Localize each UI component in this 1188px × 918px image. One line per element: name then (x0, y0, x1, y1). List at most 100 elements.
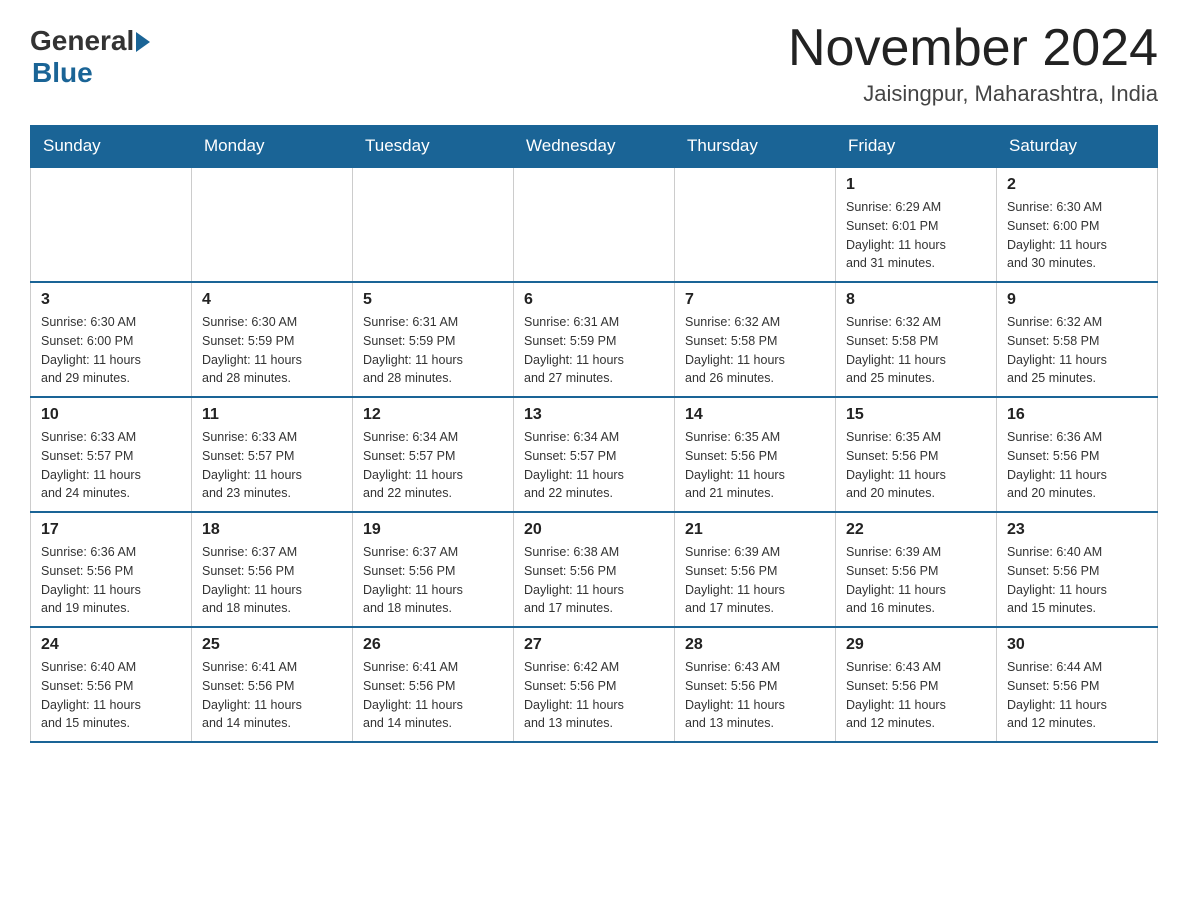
calendar-cell: 24 Sunrise: 6:40 AM Sunset: 5:56 PM Dayli… (31, 627, 192, 742)
day-info: Sunrise: 6:35 AM Sunset: 5:56 PM Dayligh… (846, 430, 946, 500)
day-number: 18 (202, 521, 342, 539)
calendar-cell: 20 Sunrise: 6:38 AM Sunset: 5:56 PM Dayli… (514, 512, 675, 627)
calendar-cell: 28 Sunrise: 6:43 AM Sunset: 5:56 PM Dayli… (675, 627, 836, 742)
calendar-header-row: SundayMondayTuesdayWednesdayThursdayFrid… (31, 126, 1158, 168)
day-number: 26 (363, 636, 503, 654)
day-number: 8 (846, 291, 986, 309)
calendar-cell: 19 Sunrise: 6:37 AM Sunset: 5:56 PM Dayli… (353, 512, 514, 627)
calendar-cell: 2 Sunrise: 6:30 AM Sunset: 6:00 PM Daylig… (997, 167, 1158, 282)
calendar-cell: 8 Sunrise: 6:32 AM Sunset: 5:58 PM Daylig… (836, 282, 997, 397)
day-info: Sunrise: 6:43 AM Sunset: 5:56 PM Dayligh… (685, 660, 785, 730)
calendar-cell: 26Sunrise: 6:41 AM Sunset: 5:56 PM Dayli… (353, 627, 514, 742)
calendar-week-4: 17 Sunrise: 6:36 AM Sunset: 5:56 PM Dayli… (31, 512, 1158, 627)
calendar-cell: 23 Sunrise: 6:40 AM Sunset: 5:56 PM Dayli… (997, 512, 1158, 627)
weekday-header-wednesday: Wednesday (514, 126, 675, 168)
calendar-cell: 5 Sunrise: 6:31 AM Sunset: 5:59 PM Daylig… (353, 282, 514, 397)
day-number: 2 (1007, 176, 1147, 194)
day-info: Sunrise: 6:33 AM Sunset: 5:57 PM Dayligh… (202, 430, 302, 500)
day-number: 23 (1007, 521, 1147, 539)
day-number: 3 (41, 291, 181, 309)
day-number: 17 (41, 521, 181, 539)
day-info: Sunrise: 6:32 AM Sunset: 5:58 PM Dayligh… (846, 315, 946, 385)
logo: General Blue (30, 20, 150, 89)
day-number: 4 (202, 291, 342, 309)
calendar-cell: 16 Sunrise: 6:36 AM Sunset: 5:56 PM Dayli… (997, 397, 1158, 512)
calendar-week-5: 24 Sunrise: 6:40 AM Sunset: 5:56 PM Dayli… (31, 627, 1158, 742)
logo-arrow-icon (136, 32, 150, 52)
calendar-cell: 13 Sunrise: 6:34 AM Sunset: 5:57 PM Dayli… (514, 397, 675, 512)
calendar-cell: 21 Sunrise: 6:39 AM Sunset: 5:56 PM Dayli… (675, 512, 836, 627)
day-info: Sunrise: 6:38 AM Sunset: 5:56 PM Dayligh… (524, 545, 624, 615)
day-info: Sunrise: 6:29 AM Sunset: 6:01 PM Dayligh… (846, 200, 946, 270)
day-info: Sunrise: 6:39 AM Sunset: 5:56 PM Dayligh… (846, 545, 946, 615)
day-info: Sunrise: 6:32 AM Sunset: 5:58 PM Dayligh… (1007, 315, 1107, 385)
day-number: 21 (685, 521, 825, 539)
logo-blue-text: Blue (32, 57, 93, 89)
day-info: Sunrise: 6:44 AM Sunset: 5:56 PM Dayligh… (1007, 660, 1107, 730)
calendar-cell: 22 Sunrise: 6:39 AM Sunset: 5:56 PM Dayli… (836, 512, 997, 627)
day-number: 25 (202, 636, 342, 654)
day-info: Sunrise: 6:35 AM Sunset: 5:56 PM Dayligh… (685, 430, 785, 500)
calendar-cell: 3 Sunrise: 6:30 AM Sunset: 6:00 PM Daylig… (31, 282, 192, 397)
day-info: Sunrise: 6:42 AM Sunset: 5:56 PM Dayligh… (524, 660, 624, 730)
day-info: Sunrise: 6:39 AM Sunset: 5:56 PM Dayligh… (685, 545, 785, 615)
day-number: 16 (1007, 406, 1147, 424)
calendar-cell: 11Sunrise: 6:33 AM Sunset: 5:57 PM Dayli… (192, 397, 353, 512)
calendar-week-2: 3 Sunrise: 6:30 AM Sunset: 6:00 PM Daylig… (31, 282, 1158, 397)
day-info: Sunrise: 6:36 AM Sunset: 5:56 PM Dayligh… (41, 545, 141, 615)
title-section: November 2024 Jaisingpur, Maharashtra, I… (788, 20, 1158, 107)
calendar-cell: 27 Sunrise: 6:42 AM Sunset: 5:56 PM Dayli… (514, 627, 675, 742)
calendar-cell: 7 Sunrise: 6:32 AM Sunset: 5:58 PM Daylig… (675, 282, 836, 397)
day-info: Sunrise: 6:31 AM Sunset: 5:59 PM Dayligh… (363, 315, 463, 385)
day-info: Sunrise: 6:31 AM Sunset: 5:59 PM Dayligh… (524, 315, 624, 385)
month-title: November 2024 (788, 20, 1158, 77)
day-info: Sunrise: 6:34 AM Sunset: 5:57 PM Dayligh… (524, 430, 624, 500)
calendar-cell: 6 Sunrise: 6:31 AM Sunset: 5:59 PM Daylig… (514, 282, 675, 397)
day-number: 1 (846, 176, 986, 194)
day-number: 19 (363, 521, 503, 539)
page-header: General Blue November 2024 Jaisingpur, M… (30, 20, 1158, 107)
day-info: Sunrise: 6:30 AM Sunset: 6:00 PM Dayligh… (1007, 200, 1107, 270)
calendar-cell: 29Sunrise: 6:43 AM Sunset: 5:56 PM Dayli… (836, 627, 997, 742)
calendar-cell (675, 167, 836, 282)
calendar-cell: 15 Sunrise: 6:35 AM Sunset: 5:56 PM Dayli… (836, 397, 997, 512)
day-number: 24 (41, 636, 181, 654)
day-number: 6 (524, 291, 664, 309)
calendar-cell: 1 Sunrise: 6:29 AM Sunset: 6:01 PM Daylig… (836, 167, 997, 282)
day-number: 7 (685, 291, 825, 309)
calendar-cell: 30Sunrise: 6:44 AM Sunset: 5:56 PM Dayli… (997, 627, 1158, 742)
calendar-cell (353, 167, 514, 282)
calendar-cell: 4 Sunrise: 6:30 AM Sunset: 5:59 PM Daylig… (192, 282, 353, 397)
day-info: Sunrise: 6:40 AM Sunset: 5:56 PM Dayligh… (1007, 545, 1107, 615)
calendar-week-1: 1 Sunrise: 6:29 AM Sunset: 6:01 PM Daylig… (31, 167, 1158, 282)
day-info: Sunrise: 6:36 AM Sunset: 5:56 PM Dayligh… (1007, 430, 1107, 500)
day-info: Sunrise: 6:32 AM Sunset: 5:58 PM Dayligh… (685, 315, 785, 385)
logo-general-text: General (30, 25, 134, 57)
day-info: Sunrise: 6:37 AM Sunset: 5:56 PM Dayligh… (363, 545, 463, 615)
day-number: 12 (363, 406, 503, 424)
day-number: 22 (846, 521, 986, 539)
day-number: 28 (685, 636, 825, 654)
weekday-header-monday: Monday (192, 126, 353, 168)
day-number: 15 (846, 406, 986, 424)
calendar-cell: 25 Sunrise: 6:41 AM Sunset: 5:56 PM Dayli… (192, 627, 353, 742)
day-number: 27 (524, 636, 664, 654)
calendar-cell (192, 167, 353, 282)
weekday-header-tuesday: Tuesday (353, 126, 514, 168)
day-number: 20 (524, 521, 664, 539)
day-info: Sunrise: 6:40 AM Sunset: 5:56 PM Dayligh… (41, 660, 141, 730)
day-number: 13 (524, 406, 664, 424)
day-info: Sunrise: 6:30 AM Sunset: 6:00 PM Dayligh… (41, 315, 141, 385)
day-info: Sunrise: 6:30 AM Sunset: 5:59 PM Dayligh… (202, 315, 302, 385)
day-info: Sunrise: 6:41 AM Sunset: 5:56 PM Dayligh… (202, 660, 302, 730)
calendar-cell: 12Sunrise: 6:34 AM Sunset: 5:57 PM Dayli… (353, 397, 514, 512)
calendar-week-3: 10Sunrise: 6:33 AM Sunset: 5:57 PM Dayli… (31, 397, 1158, 512)
day-number: 5 (363, 291, 503, 309)
calendar-cell: 18Sunrise: 6:37 AM Sunset: 5:56 PM Dayli… (192, 512, 353, 627)
calendar-table: SundayMondayTuesdayWednesdayThursdayFrid… (30, 125, 1158, 743)
day-info: Sunrise: 6:33 AM Sunset: 5:57 PM Dayligh… (41, 430, 141, 500)
weekday-header-sunday: Sunday (31, 126, 192, 168)
weekday-header-saturday: Saturday (997, 126, 1158, 168)
calendar-cell: 17 Sunrise: 6:36 AM Sunset: 5:56 PM Dayli… (31, 512, 192, 627)
day-number: 14 (685, 406, 825, 424)
